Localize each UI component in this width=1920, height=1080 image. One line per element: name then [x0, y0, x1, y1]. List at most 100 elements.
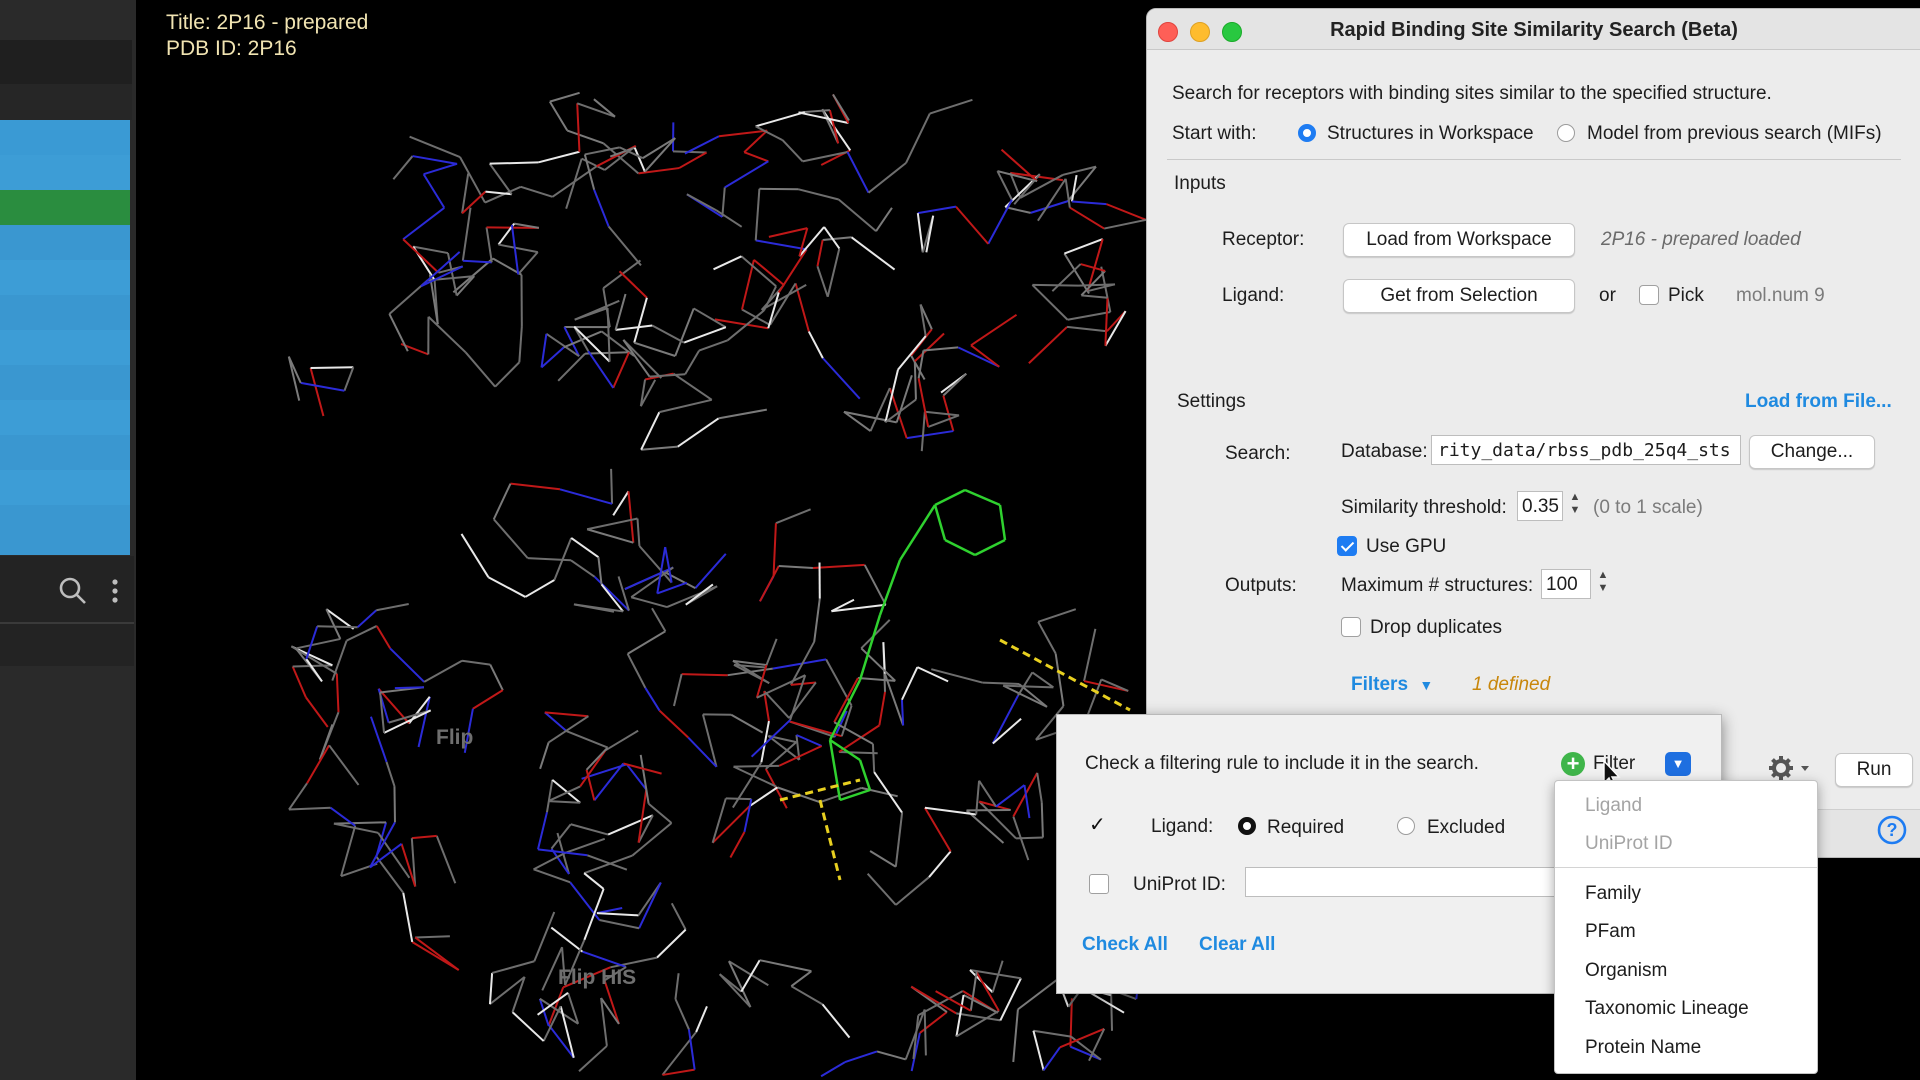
bond-line: [759, 565, 780, 602]
database-path-field[interactable]: rity_data/rbss_pdb_25q4_sts: [1431, 435, 1741, 465]
max-structures-stepper[interactable]: ▲ ▼: [1595, 569, 1611, 597]
bond-line: [461, 207, 472, 261]
bond-line: [857, 676, 896, 682]
use-gpu-checkbox[interactable]: [1337, 536, 1357, 556]
molecule-render: [287, 91, 1146, 1078]
ligand-required-label[interactable]: Required: [1267, 817, 1344, 839]
entry-row[interactable]: [0, 505, 130, 555]
bond-line: [300, 381, 345, 392]
bond-line: [821, 1003, 851, 1039]
bond-line: [764, 638, 778, 668]
start-workspace-radio[interactable]: [1298, 124, 1316, 142]
use-gpu-label[interactable]: Use GPU: [1366, 536, 1446, 558]
max-structures-input[interactable]: 100: [1541, 569, 1591, 599]
gear-icon[interactable]: [1767, 753, 1813, 783]
drop-duplicates-checkbox[interactable]: [1341, 617, 1361, 637]
load-from-file-link[interactable]: Load from File...: [1745, 391, 1892, 413]
bond-line: [982, 681, 1020, 686]
bond-line: [772, 523, 777, 577]
bond-line: [328, 744, 360, 786]
entry-row[interactable]: [0, 295, 130, 330]
check-all-link[interactable]: Check All: [1082, 934, 1168, 956]
entry-row[interactable]: [0, 365, 130, 400]
uniprot-id-input[interactable]: [1245, 867, 1575, 897]
clear-all-link[interactable]: Clear All: [1199, 934, 1275, 956]
settings-header: Settings: [1177, 391, 1246, 412]
bond-line: [740, 259, 755, 310]
ligand-rule-checkbox[interactable]: ✓: [1089, 815, 1109, 835]
dialog-titlebar[interactable]: Rapid Binding Site Similarity Search (Be…: [1147, 9, 1920, 50]
hbond-line: [818, 799, 842, 881]
drop-duplicates-label[interactable]: Drop duplicates: [1370, 617, 1502, 639]
chevron-down-icon[interactable]: ▼: [1665, 752, 1691, 776]
menu-item-taxonomic-lineage[interactable]: Taxonomic Lineage: [1585, 998, 1749, 1020]
question-circle-icon[interactable]: ?: [1877, 815, 1907, 845]
bond-line: [498, 243, 538, 254]
bond-line: [674, 308, 695, 357]
bond-line: [913, 361, 917, 400]
receptor-label: Receptor:: [1222, 229, 1305, 250]
menu-item-protein-name[interactable]: Protein Name: [1585, 1037, 1701, 1059]
menu-item-family[interactable]: Family: [1585, 883, 1641, 905]
bond-line: [607, 814, 654, 836]
bond-line: [614, 293, 627, 331]
bond-line: [1069, 998, 1073, 1047]
bond-line: [844, 1050, 878, 1064]
entry-row[interactable]: [0, 400, 130, 435]
chevron-down-icon: ▼: [1419, 677, 1434, 693]
bond-line: [583, 888, 605, 941]
bond-line: [1037, 608, 1077, 623]
ligand-excluded-radio[interactable]: [1397, 817, 1415, 835]
entry-row[interactable]: [0, 435, 130, 470]
start-workspace-label[interactable]: Structures in Workspace: [1327, 123, 1534, 145]
structure-viewport[interactable]: Title: 2P16 - prepared PDB ID: 2P16 Flip…: [136, 0, 1146, 1080]
ligand-excluded-label[interactable]: Excluded: [1427, 817, 1505, 839]
bond-line: [356, 609, 378, 628]
bond-line: [570, 823, 609, 836]
get-from-selection-button[interactable]: Get from Selection: [1343, 279, 1575, 313]
bond-line: [1066, 325, 1107, 333]
entry-row[interactable]: [0, 330, 130, 365]
menu-item-ligand: Ligand: [1585, 795, 1643, 816]
bond-line: [1036, 772, 1043, 803]
start-model-label[interactable]: Model from previous search (MIFs): [1587, 123, 1882, 145]
bond-line: [599, 919, 640, 930]
uniprot-rule-checkbox[interactable]: [1089, 874, 1109, 894]
ligand-required-radio[interactable]: [1238, 817, 1256, 835]
receptor-status: 2P16 - prepared loaded: [1601, 229, 1801, 250]
bond-line: [579, 749, 607, 788]
menu-item-pfam[interactable]: PFam: [1585, 921, 1636, 943]
run-button[interactable]: Run: [1835, 753, 1913, 787]
load-from-workspace-button[interactable]: Load from Workspace: [1343, 223, 1575, 257]
entry-row[interactable]: [0, 155, 130, 190]
add-filter-button[interactable]: + Filter ▼: [1557, 747, 1693, 781]
bond-line: [288, 782, 308, 811]
filters-label: Filters: [1351, 674, 1409, 695]
bond-line: [612, 351, 630, 389]
change-database-button[interactable]: Change...: [1749, 435, 1875, 469]
similarity-stepper[interactable]: ▲ ▼: [1567, 491, 1583, 519]
pick-checkbox[interactable]: [1639, 285, 1659, 305]
bond-line: [920, 411, 926, 452]
entry-row[interactable]: [0, 225, 130, 260]
more-vertical-icon[interactable]: [108, 576, 122, 606]
bond-line: [630, 596, 668, 609]
panel-toolbar: [0, 556, 134, 666]
start-model-radio[interactable]: [1557, 124, 1575, 142]
bond-line: [1064, 238, 1104, 255]
similarity-threshold-input[interactable]: 0.35: [1517, 491, 1563, 521]
bond-line: [858, 759, 872, 791]
menu-item-organism[interactable]: Organism: [1585, 960, 1667, 982]
entry-row[interactable]: [0, 120, 130, 155]
pick-label[interactable]: Pick: [1668, 285, 1704, 307]
bond-line: [612, 490, 630, 516]
entry-row-selected[interactable]: [0, 190, 130, 225]
bond-line: [816, 266, 829, 298]
bond-line: [511, 1011, 545, 1042]
entry-row[interactable]: [0, 260, 130, 295]
bond-line: [683, 326, 727, 344]
search-icon[interactable]: [58, 576, 88, 606]
bond-line: [1037, 621, 1057, 654]
entry-row[interactable]: [0, 470, 130, 505]
filters-toggle[interactable]: Filters ▼: [1351, 674, 1433, 696]
